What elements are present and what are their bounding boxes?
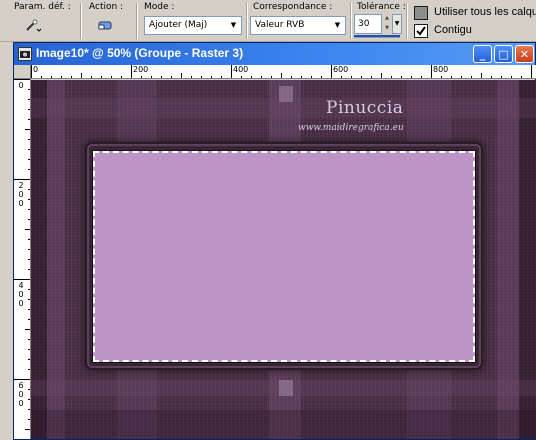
ruler-label: 400 (17, 281, 25, 308)
texture-band (31, 410, 536, 439)
minimize-icon: _ (479, 47, 486, 61)
chevron-up-icon[interactable]: ▲ (382, 14, 392, 24)
match-value: Valeur RVB (255, 20, 305, 30)
camera-icon (18, 47, 32, 61)
separator (136, 3, 138, 39)
separator (350, 3, 352, 39)
tolerance-dropdown-button[interactable]: ▼ (392, 14, 402, 34)
presets-label: Param. déf. : (14, 2, 71, 12)
ruler-label: 0 (17, 81, 25, 90)
watermark-name: Pinuccia (326, 98, 404, 118)
texture-band (279, 86, 293, 102)
match-label: Correspondance : (253, 2, 333, 12)
eraser-icon (98, 21, 112, 30)
image-window: Image10* @ 50% (Groupe - Raster 3) _ □ ✕… (13, 42, 536, 440)
ruler-label: 200 (133, 65, 149, 74)
ruler-label: 0 (33, 65, 39, 74)
maximize-icon: □ (498, 47, 509, 61)
use-all-layers-checkbox[interactable] (414, 6, 428, 20)
ruler-label: 200 (17, 181, 25, 208)
magic-wand-icon (26, 19, 42, 32)
close-icon: ✕ (519, 47, 530, 61)
tool-options-bar: Param. déf. : Action : Mode : Ajouter (M… (0, 0, 536, 42)
ruler-label-digit: 4 (18, 281, 24, 290)
ruler-corner (14, 65, 31, 79)
tolerance-label: Tolérance : (357, 2, 406, 12)
maximize-button[interactable]: □ (494, 45, 513, 63)
ruler-label-digit: 6 (18, 381, 24, 390)
ruler-label-digit: 0 (18, 299, 24, 308)
ruler-ticks (31, 65, 532, 78)
action-button[interactable] (94, 15, 116, 35)
mode-label: Mode : (144, 2, 175, 12)
minimize-button[interactable]: _ (473, 45, 492, 63)
separator (80, 3, 82, 39)
tolerance-value[interactable]: 30 (354, 14, 382, 34)
match-mode-select[interactable]: Valeur RVB ▼ (250, 16, 346, 35)
tolerance-slider[interactable] (354, 35, 400, 38)
window-title: Image10* @ 50% (Groupe - Raster 3) (36, 46, 244, 60)
vertical-ruler: 0 200 400 600 (14, 79, 31, 439)
ruler-label: 600 (333, 65, 349, 74)
separator (246, 3, 248, 39)
separator (406, 3, 408, 39)
contiguous-label: Contigu (434, 24, 472, 36)
texture-band (279, 380, 293, 396)
checkmark-icon (416, 26, 426, 36)
mode-select[interactable]: Ajouter (Maj) ▼ (144, 16, 242, 35)
horizontal-ruler: 0 200 400 600 800 (31, 65, 536, 79)
use-all-layers-label: Utiliser tous les calque (434, 6, 536, 18)
ruler-label: 800 (433, 65, 449, 74)
chevron-down-icon: ▼ (334, 21, 341, 29)
presets-button[interactable] (22, 15, 44, 35)
ruler-label: 400 (233, 65, 249, 74)
ruler-label: 600 (17, 381, 25, 408)
ruler-label-digit: 0 (18, 399, 24, 408)
action-label: Action : (89, 2, 124, 12)
chevron-down-icon: ▼ (230, 21, 237, 29)
ruler-label-digit: 0 (18, 199, 24, 208)
ruler-label-digit: 2 (18, 181, 24, 190)
close-button[interactable]: ✕ (515, 45, 534, 63)
chevron-down-icon[interactable]: ▼ (382, 24, 392, 34)
watermark-url: www.maidiregrafica.eu (298, 123, 404, 133)
mode-value: Ajouter (Maj) (149, 20, 208, 30)
ruler-label-digit: 0 (18, 290, 24, 299)
ruler-label-digit: 0 (18, 190, 24, 199)
ruler-label-digit: 0 (18, 390, 24, 399)
tolerance-spin-buttons[interactable]: ▲ ▼ (382, 14, 392, 34)
contiguous-checkbox[interactable] (414, 24, 428, 38)
window-titlebar[interactable]: Image10* @ 50% (Groupe - Raster 3) _ □ ✕ (14, 43, 535, 65)
tolerance-stepper[interactable]: 30 ▲ ▼ ▼ (354, 14, 402, 34)
ruler-label-text: 0 (18, 81, 24, 90)
image-canvas[interactable]: Pinuccia www.maidiregrafica.eu (31, 80, 536, 439)
selection-marquee[interactable] (92, 150, 476, 363)
